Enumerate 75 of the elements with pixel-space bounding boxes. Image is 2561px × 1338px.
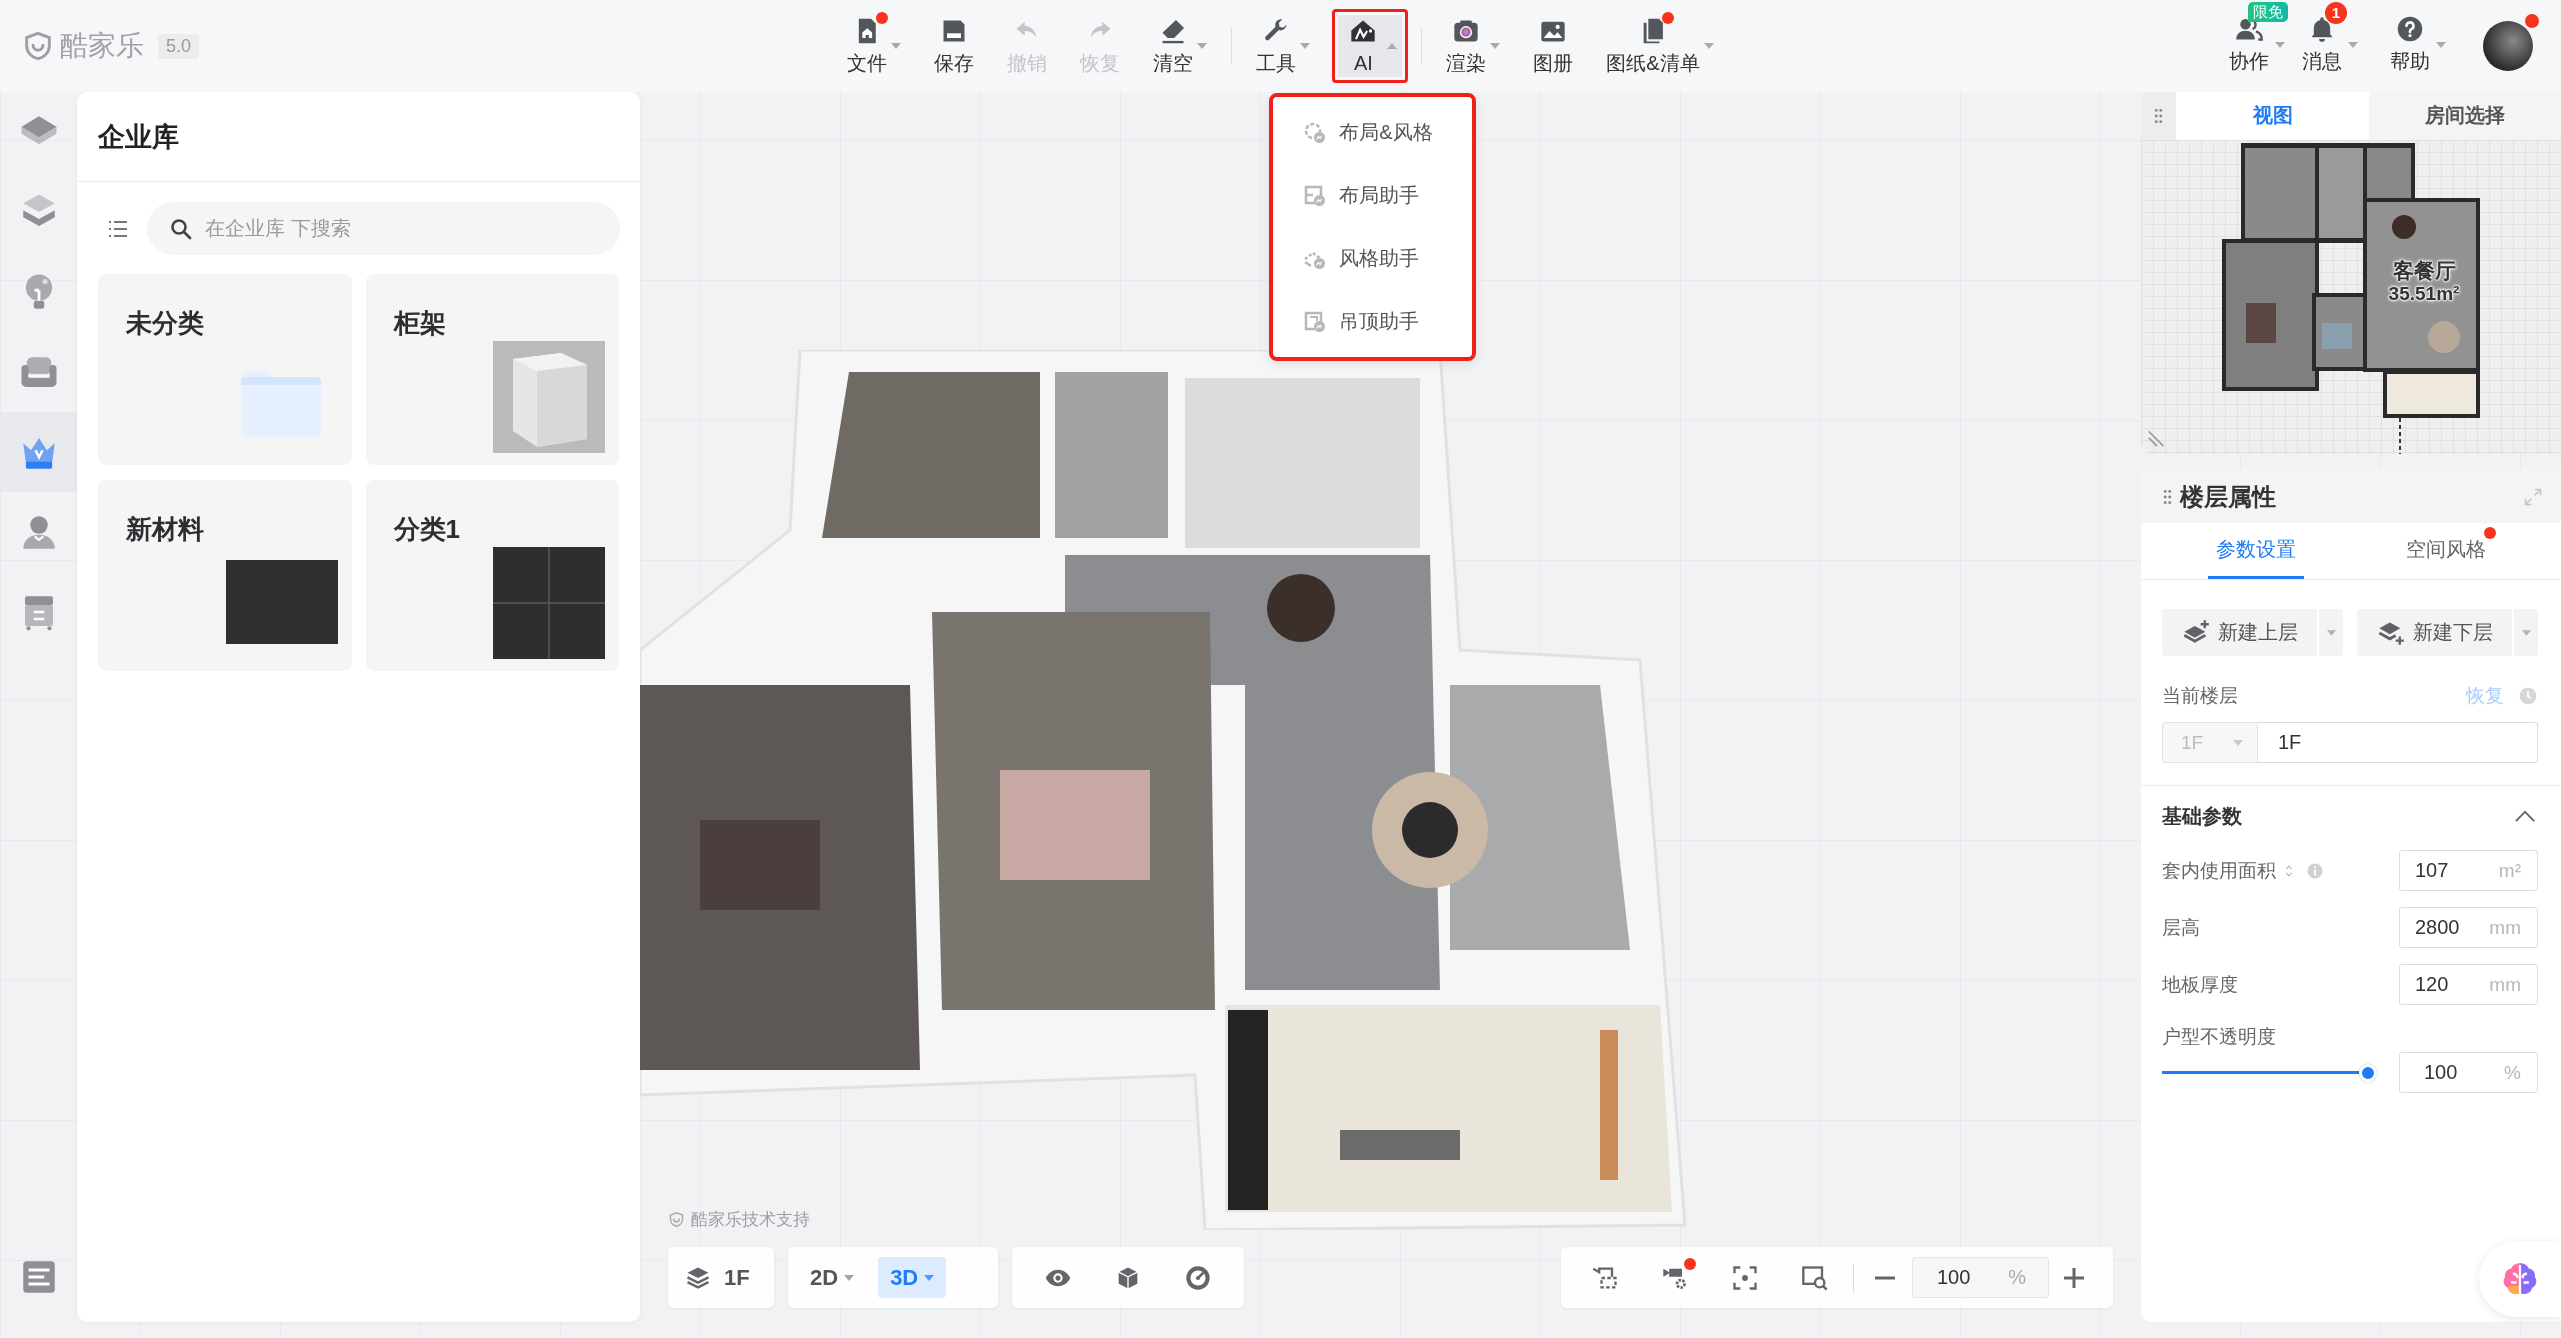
zoom-field[interactable]: 100 % — [1912, 1257, 2049, 1298]
album-button[interactable]: 图册 — [1522, 9, 1585, 83]
number-field[interactable]: 2800 mm — [2399, 907, 2538, 948]
save-button[interactable]: 保存 — [923, 9, 986, 83]
caret-icon — [2326, 629, 2336, 636]
caret-icon — [2233, 739, 2243, 746]
shield-logo-icon — [22, 30, 54, 62]
field-label: 当前楼层 — [2162, 684, 2238, 708]
credit-text: 酷家乐技术支持 — [691, 1209, 810, 1231]
caret-icon — [924, 1274, 935, 1281]
number-field[interactable]: 107 m² — [2399, 850, 2538, 891]
dashed-circle-icon — [1303, 120, 1328, 145]
new-floor-below-button[interactable]: 新建下层 — [2357, 609, 2512, 656]
minus-icon — [1875, 1275, 1895, 1280]
assistant-button[interactable] — [2479, 1241, 2561, 1317]
messages-button[interactable]: 1 消息 — [2298, 0, 2362, 92]
drag-handle-icon[interactable] — [2163, 487, 2172, 506]
tile-swatch-icon — [493, 547, 605, 659]
search-icon — [169, 217, 193, 241]
room-area-label: 35.51m² — [2387, 283, 2461, 305]
collaborate-button[interactable]: 限免 协作 — [2225, 0, 2289, 92]
drag-handle-icon[interactable] — [2154, 106, 2163, 125]
folder-icon — [240, 369, 321, 437]
plus-icon — [2064, 1267, 2084, 1288]
number-field[interactable]: 120 mm — [2399, 964, 2538, 1005]
menu-item[interactable]: 布局&风格 — [1273, 101, 1473, 164]
count-badge: 1 — [2325, 2, 2347, 24]
user-avatar[interactable] — [2483, 21, 2533, 71]
field-label: 户型不透明度 — [2162, 1025, 2277, 1049]
category-card[interactable]: 未分类 — [98, 274, 352, 465]
gauge-icon — [1184, 1263, 1212, 1292]
section-title: 基础参数 — [2162, 803, 2242, 829]
menu-item[interactable]: 风格助手 — [1273, 227, 1473, 290]
panel-title: 楼层属性 — [2180, 481, 2276, 512]
number-field[interactable]: 100 % — [2399, 1052, 2538, 1093]
new-floor-above-button[interactable]: 新建上层 — [2162, 609, 2317, 656]
tag-badge: 限免 — [2248, 2, 2288, 22]
app-logo-text: 酷家乐 — [60, 29, 144, 63]
ai-menu-button[interactable]: AI — [1332, 9, 1409, 83]
render-menu-button[interactable]: 渲染 — [1435, 9, 1512, 83]
search-field[interactable]: 在企业库 下搜索 — [147, 202, 620, 255]
frame-icon — [1303, 309, 1328, 334]
panel-tab[interactable]: 参数设置 — [2208, 523, 2304, 579]
field-label: 地板厚度 — [2162, 972, 2238, 997]
category-card[interactable]: 分类1 — [365, 480, 619, 671]
material-swatch-icon — [225, 560, 338, 644]
menu-item[interactable]: 吊顶助手 — [1273, 290, 1473, 353]
floorplan-icon — [1303, 183, 1328, 208]
minimap-tab[interactable]: 房间选择 — [2369, 91, 2561, 140]
field-label: 套内使用面积 — [2162, 858, 2276, 883]
drawings-list-button[interactable]: 图纸&清单 — [1595, 9, 1725, 83]
focus-frame-icon — [1731, 1263, 1759, 1292]
floor-name-field[interactable]: 1F — [2258, 722, 2538, 763]
window-magnifier-icon — [1801, 1263, 1829, 1292]
expand-arrows-icon — [2523, 486, 2543, 507]
minimap-tab[interactable]: 视图 — [2176, 91, 2369, 140]
view-mode-tab[interactable]: 2D — [798, 1257, 867, 1298]
field-label: 层高 — [2162, 915, 2200, 940]
panel-tab[interactable]: 空间风格 — [2398, 523, 2494, 579]
floor-switch-button[interactable]: 1F — [668, 1247, 774, 1308]
version-label: 5.0 — [158, 33, 200, 59]
clear-button[interactable]: 清空 — [1142, 9, 1219, 83]
shield-logo-icon — [668, 1211, 685, 1228]
help-button[interactable]: 帮助 — [2386, 0, 2450, 92]
file-menu-button[interactable]: 文件 — [836, 9, 913, 83]
panel-title: 企业库 — [98, 120, 179, 154]
help-icon — [2396, 15, 2424, 43]
category-card[interactable]: 柜架 — [365, 274, 619, 465]
caret-icon — [844, 1274, 855, 1281]
tools-menu-button[interactable]: 工具 — [1245, 9, 1322, 83]
room-name-label: 客餐厅 — [2391, 258, 2457, 284]
category-card[interactable]: 新材料 — [98, 480, 352, 671]
menu-item[interactable]: 布局助手 — [1273, 164, 1473, 227]
crown-button[interactable] — [0, 412, 77, 492]
caret-icon — [2521, 629, 2531, 636]
